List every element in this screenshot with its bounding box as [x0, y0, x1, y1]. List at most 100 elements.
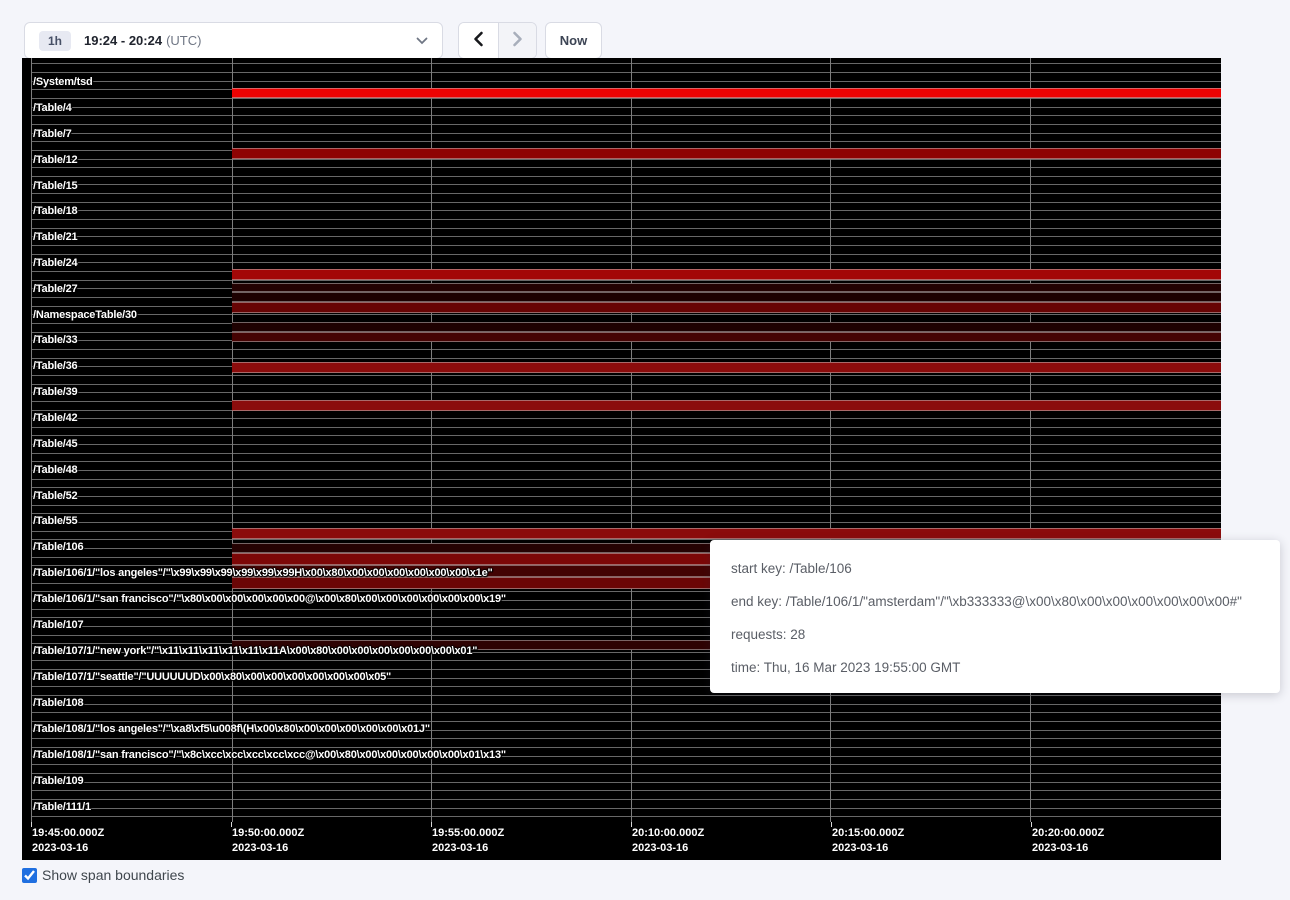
- row-key-label: /Table/111/1: [33, 801, 91, 813]
- heatmap-band: [232, 322, 1221, 332]
- key-visualizer-page: 1h 19:24 - 20:24 (UTC) Now /System/tsd/T…: [0, 0, 1290, 900]
- hover-tooltip: start key: /Table/106 end key: /Table/10…: [710, 540, 1280, 693]
- row-key-label: /Table/107/1/"new york"/"\x11\x11\x11\x1…: [33, 645, 477, 657]
- span-boundary-line: [31, 782, 1221, 783]
- time-gridline: [232, 58, 233, 822]
- heatmap-band: [232, 302, 1221, 313]
- tooltip-time: time: Thu, 16 Mar 2023 19:55:00 GMT: [731, 658, 1259, 678]
- span-boundary-line: [31, 435, 1221, 436]
- span-boundary-line: [31, 704, 1221, 705]
- row-key-label: /Table/55: [33, 515, 77, 527]
- row-key-label: /Table/106/1/"los angeles"/"\x99\x99\x99…: [33, 567, 493, 579]
- row-key-label: /Table/48: [33, 464, 77, 476]
- row-key-label: /Table/12: [33, 154, 77, 166]
- span-boundary-line: [31, 375, 1221, 376]
- next-interval-button[interactable]: [498, 23, 537, 58]
- now-button[interactable]: Now: [545, 22, 602, 59]
- span-boundary-line: [31, 262, 1221, 263]
- row-key-label: /Table/108/1/"san francisco"/"\x8c\xcc\x…: [33, 749, 506, 761]
- timezone-text: (UTC): [166, 33, 201, 48]
- heatmap-band: [232, 88, 1221, 98]
- axis-time-label: 20:15:00.000Z2023-03-16: [832, 826, 904, 856]
- span-boundary-line: [31, 721, 1221, 722]
- axis-time-label: 19:55:00.000Z2023-03-16: [432, 826, 504, 856]
- span-boundary-line: [31, 72, 1221, 73]
- row-key-label: /Table/39: [33, 386, 77, 398]
- span-boundary-line: [31, 695, 1221, 696]
- heatmap-band: [232, 400, 1221, 411]
- row-key-label: /System/tsd: [33, 76, 93, 88]
- span-boundary-line: [31, 513, 1221, 514]
- span-boundary-line: [31, 228, 1221, 229]
- row-key-label: /Table/15: [33, 180, 77, 192]
- time-range-text: 19:24 - 20:24: [84, 33, 162, 48]
- chevron-right-icon: [511, 31, 524, 50]
- span-boundary-line: [31, 738, 1221, 739]
- span-boundary-line: [31, 141, 1221, 142]
- time-gridline: [1030, 58, 1031, 822]
- axis-time-label: 20:10:00.000Z2023-03-16: [632, 826, 704, 856]
- duration-badge: 1h: [39, 31, 71, 51]
- heatmap-band: [232, 362, 1221, 373]
- heatmap-band: [232, 528, 1221, 539]
- span-boundary-line: [31, 444, 1221, 445]
- row-key-label: /Table/52: [33, 490, 77, 502]
- chevron-left-icon: [472, 31, 485, 50]
- time-range-dropdown[interactable]: 1h 19:24 - 20:24 (UTC): [24, 22, 443, 59]
- heatmap-band: [232, 292, 1221, 302]
- row-key-label: /Table/106/1/"san francisco"/"\x80\x00\x…: [33, 593, 506, 605]
- row-key-label: /Table/107/1/"seattle"/"UUUUUUD\x00\x80\…: [33, 671, 391, 683]
- heatmap-band: [232, 148, 1221, 159]
- row-key-label: /Table/33: [33, 334, 77, 346]
- row-key-label: /Table/42: [33, 412, 77, 424]
- previous-interval-button[interactable]: [459, 23, 498, 58]
- key-visualizer-heatmap[interactable]: /System/tsd/Table/4/Table/7/Table/12/Tab…: [22, 58, 1221, 860]
- span-boundary-line: [31, 790, 1221, 791]
- row-key-label: /Table/109: [33, 775, 83, 787]
- show-span-boundaries-row[interactable]: Show span boundaries: [22, 867, 184, 883]
- show-span-boundaries-checkbox[interactable]: [22, 868, 37, 883]
- span-boundary-line: [31, 747, 1221, 748]
- span-boundary-line: [31, 427, 1221, 428]
- span-boundary-line: [31, 236, 1221, 237]
- span-boundary-line: [31, 522, 1221, 523]
- span-boundary-line: [31, 81, 1221, 82]
- span-boundary-line: [31, 461, 1221, 462]
- span-boundary-line: [31, 808, 1221, 809]
- chevron-down-icon: [416, 37, 428, 45]
- span-boundary-line: [31, 816, 1221, 817]
- span-boundary-line: [31, 487, 1221, 488]
- heatmap-band: [232, 332, 1221, 342]
- span-boundary-line: [31, 98, 1221, 99]
- span-boundary-line: [31, 470, 1221, 471]
- axis-time-label: 19:45:00.000Z2023-03-16: [32, 826, 104, 856]
- row-key-label: /Table/24: [33, 257, 77, 269]
- span-boundary-line: [31, 496, 1221, 497]
- span-boundary-line: [31, 773, 1221, 774]
- heatmap-band: [232, 283, 1221, 292]
- time-nav-group: [458, 22, 537, 59]
- time-gridline: [431, 58, 432, 822]
- span-boundary-line: [31, 107, 1221, 108]
- time-gridline: [31, 58, 32, 822]
- row-key-label: /Table/21: [33, 231, 77, 243]
- span-boundary-line: [31, 799, 1221, 800]
- span-boundary-line: [31, 245, 1221, 246]
- time-toolbar: 1h 19:24 - 20:24 (UTC) Now: [0, 0, 1290, 58]
- span-boundary-line: [31, 392, 1221, 393]
- row-key-label: /Table/106: [33, 541, 83, 553]
- show-span-boundaries-label: Show span boundaries: [42, 867, 184, 883]
- tooltip-start-key: start key: /Table/106: [731, 559, 1259, 579]
- span-boundary-line: [31, 193, 1221, 194]
- span-boundary-line: [31, 358, 1221, 359]
- span-boundary-line: [31, 349, 1221, 350]
- span-boundary-line: [31, 210, 1221, 211]
- heatmap-band: [232, 269, 1221, 280]
- span-boundary-line: [31, 115, 1221, 116]
- row-key-label: /Table/45: [33, 438, 77, 450]
- tooltip-requests: requests: 28: [731, 625, 1259, 645]
- span-boundary-line: [31, 219, 1221, 220]
- row-key-label: /Table/4: [33, 102, 72, 114]
- span-boundary-line: [31, 202, 1221, 203]
- span-boundary-line: [31, 418, 1221, 419]
